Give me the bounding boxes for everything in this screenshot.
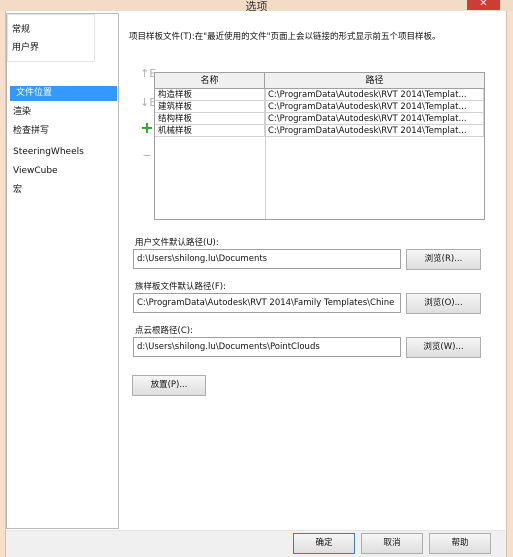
project-templates-table: 名称 路径 构造样板 C:\ProgramData\Autodesk\RVT 2… bbox=[154, 72, 485, 220]
user-path-input[interactable]: d:\Users\shilong.lu\Documents bbox=[133, 249, 401, 269]
sidebar-popup: 常规 用户界 bbox=[7, 14, 95, 62]
sidebar-item-steeringwheels[interactable]: SteeringWheels bbox=[13, 145, 113, 160]
add-template-button[interactable]: + bbox=[140, 118, 154, 137]
pointcloud-path-input[interactable]: d:\Users\shilong.lu\Documents\PointCloud… bbox=[133, 337, 401, 357]
sidebar-item-user-interface[interactable]: 用户界 bbox=[12, 41, 94, 52]
browse-family-path-button[interactable]: 浏览(O)... bbox=[406, 293, 481, 314]
sidebar-item-rendering[interactable]: 渲染 bbox=[13, 105, 113, 120]
table-cell-name[interactable]: 构造样板 bbox=[155, 89, 265, 101]
sidebar-item-general[interactable]: 常规 bbox=[12, 23, 94, 38]
remove-icon: − bbox=[142, 149, 152, 162]
sidebar-item-file-locations[interactable]: 文件位置 bbox=[10, 86, 117, 101]
pointcloud-path-label: 点云根路径(C): bbox=[135, 326, 193, 336]
browse-pointcloud-path-button[interactable]: 浏览(W)... bbox=[406, 337, 481, 358]
close-icon: ✕ bbox=[479, 0, 488, 9]
column-divider bbox=[265, 89, 266, 219]
sidebar-item-viewcube[interactable]: ViewCube bbox=[13, 164, 113, 179]
cancel-button[interactable]: 取消 bbox=[361, 533, 423, 554]
table-cell-name[interactable]: 结构样板 bbox=[155, 113, 265, 125]
places-button[interactable]: 放置(P)... bbox=[132, 375, 206, 396]
sidebar: 文件位置 渲染 检查拼写 SteeringWheels ViewCube 宏 常… bbox=[6, 13, 119, 529]
table-cell-path[interactable]: C:\ProgramData\Autodesk\RVT 2014\Templat… bbox=[265, 113, 484, 125]
table-cell-name[interactable]: 建筑样板 bbox=[155, 101, 265, 113]
table-cell-name[interactable]: 机械样板 bbox=[155, 125, 265, 137]
move-up-button[interactable]: ↑E bbox=[140, 67, 156, 81]
project-templates-description: 项目样板文件(T):在"最近使用的文件"页面上会以链接的形式显示前五个项目样板。 bbox=[129, 32, 441, 42]
add-icon: + bbox=[140, 118, 154, 137]
move-down-button[interactable]: ↓E bbox=[140, 96, 156, 110]
table-cell-path[interactable]: C:\ProgramData\Autodesk\RVT 2014\Templat… bbox=[265, 125, 484, 137]
family-path-label: 族样板文件默认路径(F): bbox=[135, 282, 226, 292]
column-header-path[interactable]: 路径 bbox=[265, 73, 484, 89]
remove-template-button[interactable]: − bbox=[140, 149, 154, 163]
dialog-client: 文件位置 渲染 检查拼写 SteeringWheels ViewCube 宏 常… bbox=[5, 11, 507, 557]
sidebar-item-macros[interactable]: 宏 bbox=[13, 183, 113, 198]
title-bar: 选项 ✕ bbox=[0, 0, 513, 13]
column-header-name[interactable]: 名称 bbox=[155, 73, 265, 89]
close-button[interactable]: ✕ bbox=[467, 0, 500, 10]
browse-user-path-button[interactable]: 浏览(R)... bbox=[406, 249, 481, 270]
table-cell-path[interactable]: C:\ProgramData\Autodesk\RVT 2014\Templat… bbox=[265, 101, 484, 113]
footer-bar: 确定 取消 帮助 bbox=[6, 531, 506, 557]
sidebar-item-spelling[interactable]: 检查拼写 bbox=[13, 124, 113, 139]
table-cell-path[interactable]: C:\ProgramData\Autodesk\RVT 2014\Templat… bbox=[265, 89, 484, 101]
help-button[interactable]: 帮助 bbox=[429, 533, 491, 554]
ok-button[interactable]: 确定 bbox=[293, 533, 355, 554]
family-path-input[interactable]: C:\ProgramData\Autodesk\RVT 2014\Family … bbox=[133, 293, 401, 313]
user-path-label: 用户文件默认路径(U): bbox=[135, 238, 219, 248]
